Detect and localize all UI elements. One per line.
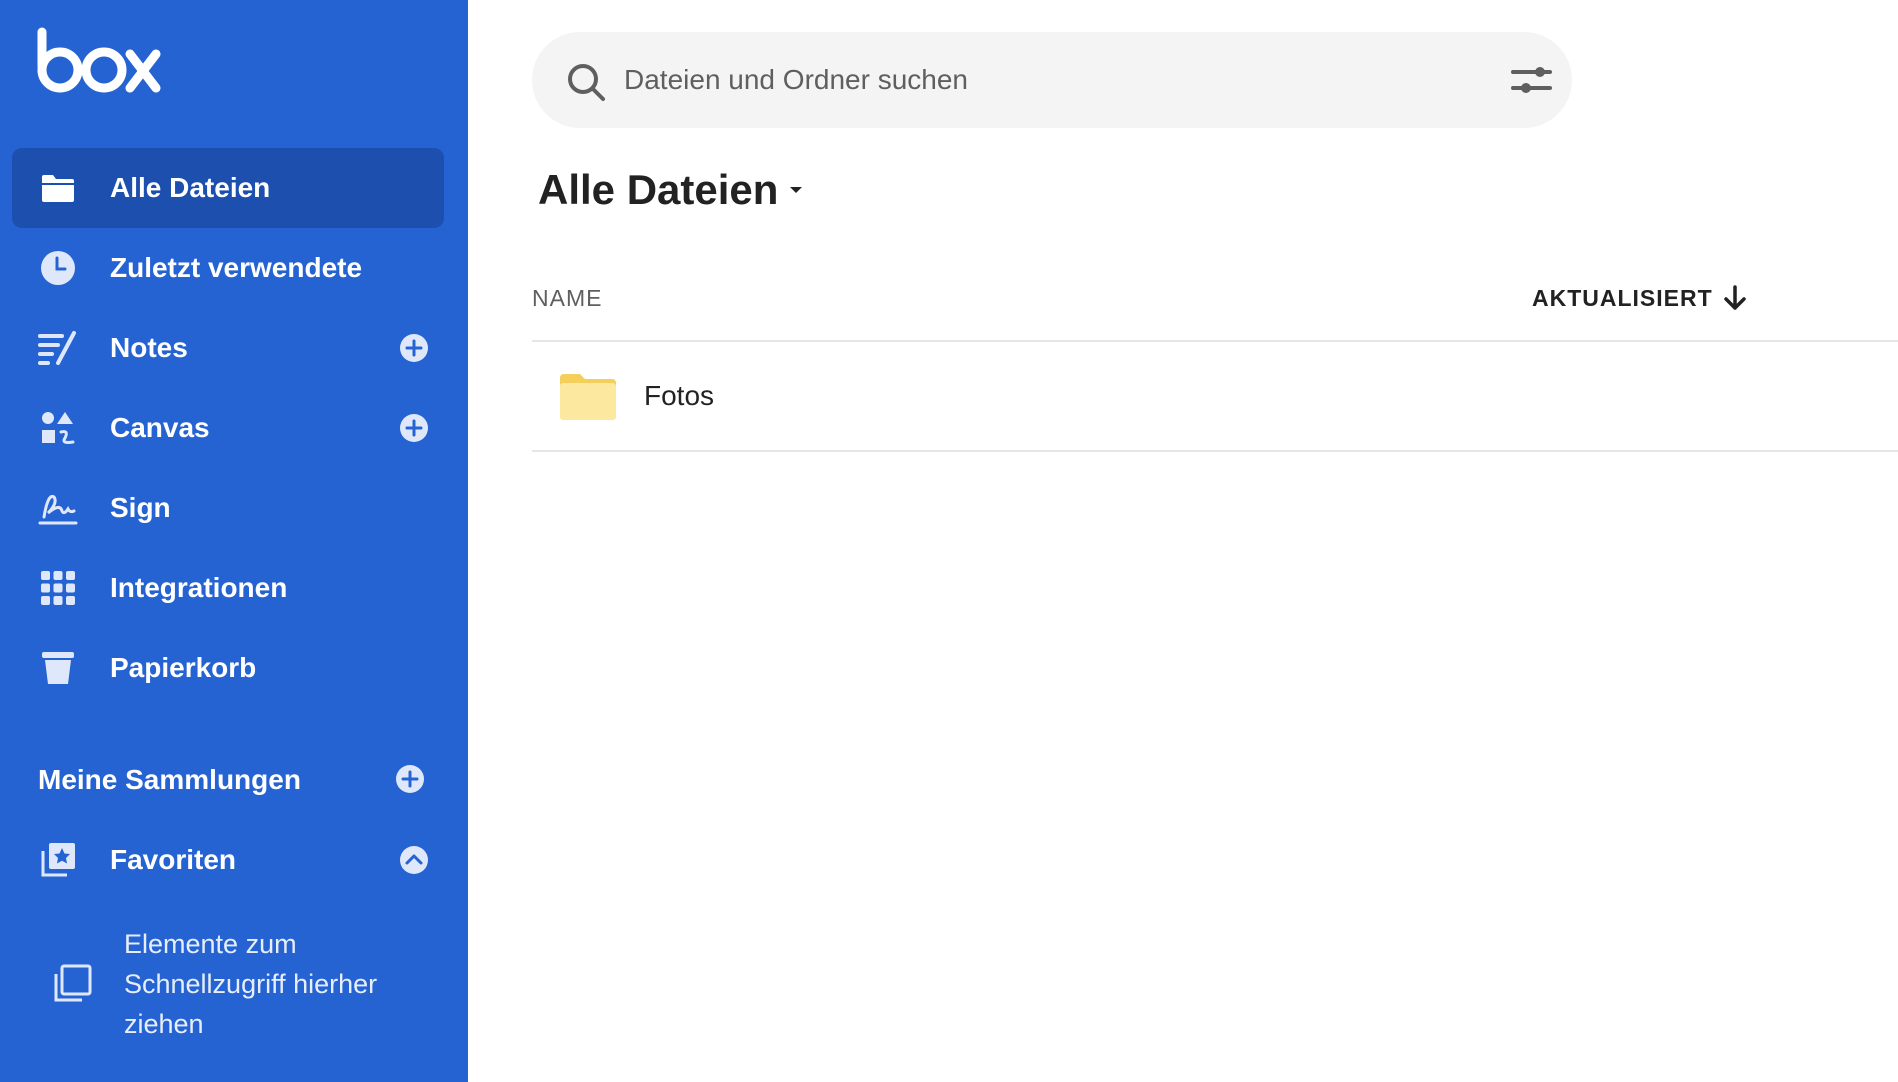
- sidebar-item-label: Canvas: [110, 412, 210, 443]
- search-bar[interactable]: [532, 32, 1572, 128]
- sidebar-item-favorites[interactable]: Favoriten: [12, 820, 444, 900]
- folder-icon: [38, 168, 78, 208]
- table-row[interactable]: Fotos: [532, 342, 1898, 450]
- signature-icon: [38, 488, 78, 528]
- chevron-up-icon: [400, 846, 428, 874]
- caret-down-icon: [790, 187, 803, 193]
- grid-icon: [38, 568, 78, 608]
- add-collection-button[interactable]: [395, 764, 427, 796]
- arrow-down-icon: [1723, 285, 1746, 310]
- sidebar-item-label: Zuletzt verwendete: [110, 252, 363, 283]
- sidebar: Alle Dateien Zuletzt verwendete Notes Ca…: [0, 0, 468, 1082]
- folder-title-dropdown[interactable]: Alle Dateien: [538, 160, 804, 220]
- sidebar-item-label: Papierkorb: [110, 652, 257, 683]
- add-note-button[interactable]: [398, 332, 430, 364]
- sidebar-item-label: Sign: [110, 492, 171, 523]
- main-content: Alle Dateien NAME AKTUALISIERT Fotos: [468, 0, 1898, 1082]
- add-canvas-button[interactable]: [398, 412, 430, 444]
- clock-icon: [38, 248, 78, 288]
- plus-circle-icon: [400, 414, 428, 442]
- box-logo[interactable]: [36, 26, 162, 96]
- sidebar-item-recent[interactable]: Zuletzt verwendete: [12, 228, 444, 308]
- sidebar-item-label: Integrationen: [110, 572, 288, 603]
- sidebar-item-integrations[interactable]: Integrationen: [12, 548, 444, 628]
- sidebar-item-notes[interactable]: Notes: [12, 308, 444, 388]
- column-header-updated-label: AKTUALISIERT: [1532, 285, 1713, 311]
- plus-circle-icon: [400, 334, 428, 362]
- app-window: Alle Dateien Zuletzt verwendete Notes Ca…: [0, 0, 1898, 1082]
- column-header-name[interactable]: NAME: [532, 280, 602, 316]
- sidebar-item-label: Alle Dateien: [110, 172, 271, 203]
- sidebar-item-trash[interactable]: Papierkorb: [12, 628, 444, 708]
- collapse-favorites-button[interactable]: [398, 844, 430, 876]
- sidebar-item-canvas[interactable]: Canvas: [12, 388, 444, 468]
- search-input[interactable]: [624, 54, 1464, 106]
- trash-icon: [38, 648, 78, 688]
- file-name: Fotos: [644, 380, 715, 411]
- favorites-icon: [38, 840, 78, 880]
- folder-icon: [560, 374, 616, 420]
- sidebar-item-label: Notes: [110, 332, 188, 363]
- filter-icon[interactable]: [1510, 62, 1554, 98]
- plus-circle-icon: [396, 765, 424, 793]
- sidebar-item-all-files[interactable]: Alle Dateien: [12, 148, 444, 228]
- sidebar-item-sign[interactable]: Sign: [12, 468, 444, 548]
- row-divider: [532, 450, 1898, 452]
- favorites-drop-hint: Elemente zum Schnellzugriff hierher zieh…: [124, 929, 378, 1039]
- copy-icon: [54, 964, 92, 1002]
- notes-icon: [38, 328, 78, 368]
- page-title: Alle Dateien: [538, 166, 779, 213]
- collections-heading: Meine Sammlungen: [38, 764, 301, 795]
- canvas-icon: [38, 408, 78, 448]
- column-header-updated[interactable]: AKTUALISIERT: [1532, 280, 1747, 316]
- search-icon: [568, 64, 605, 101]
- sidebar-item-label: Favoriten: [110, 844, 237, 875]
